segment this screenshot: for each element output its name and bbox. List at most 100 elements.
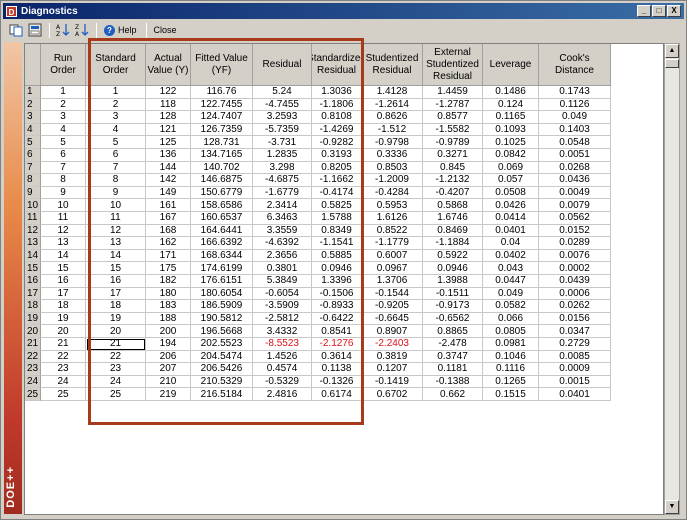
cell-leverage[interactable]: 0.124 [483,98,539,112]
cell-run-order[interactable]: 16 [41,275,86,288]
cell-leverage[interactable]: 0.0401 [483,224,539,238]
cell-fitted-value[interactable]: 122.7455 [191,98,253,112]
cell-external-studentized-residual[interactable]: 0.8469 [423,224,483,238]
cell-standardized-residual[interactable]: -0.8933 [312,300,362,313]
cell-cooks-distance[interactable]: 0.0152 [539,224,611,238]
cell-external-studentized-residual[interactable]: -0.4207 [423,186,483,200]
cell-leverage[interactable]: 0.0842 [483,149,539,162]
cell-cooks-distance[interactable]: 0.0562 [539,212,611,225]
cell-run-order[interactable]: 9 [41,186,86,200]
cell-run-order[interactable]: 8 [41,174,86,187]
cell-fitted-value[interactable]: 140.702 [191,161,253,175]
cell-residual[interactable]: 3.298 [253,161,312,175]
cell-standard-order[interactable]: 17 [86,287,146,301]
cell-actual-value[interactable]: 162 [146,237,191,250]
row-header[interactable]: 14 [25,249,41,263]
cell-fitted-value[interactable]: 134.7165 [191,149,253,162]
cell-standard-order[interactable]: 24 [86,375,146,389]
row-header[interactable]: 6 [25,149,41,162]
cell-leverage[interactable]: 0.1093 [483,123,539,137]
cell-studentized-residual[interactable]: -1.1779 [362,237,423,250]
cell-leverage[interactable]: 0.04 [483,237,539,250]
cell-cooks-distance[interactable]: 0.0347 [539,325,611,338]
cell-standardized-residual[interactable]: 0.1138 [312,363,362,376]
cell-cooks-distance[interactable]: 0.0289 [539,237,611,250]
column-header-row-number[interactable] [25,44,41,86]
cell-standardized-residual[interactable]: 0.6174 [312,388,362,401]
cell-external-studentized-residual[interactable]: -0.1511 [423,287,483,301]
cell-cooks-distance[interactable]: 0.0436 [539,174,611,187]
cell-external-studentized-residual[interactable]: 0.662 [423,388,483,401]
cell-leverage[interactable]: 0.0447 [483,275,539,288]
cell-standard-order[interactable]: 5 [86,136,146,149]
cell-standardized-residual[interactable]: 0.8541 [312,325,362,338]
diagnostics-table[interactable]: Run Order Standard Order Actual Value (Y) F… [24,43,664,515]
cell-external-studentized-residual[interactable]: -0.1388 [423,375,483,389]
cell-standardized-residual[interactable]: 1.3396 [312,275,362,288]
table-row[interactable]: 9 9 9 149 150.6779 -1.6779 -0.4174 -0.4284 -0.42… [25,186,611,200]
cell-external-studentized-residual[interactable]: -1.5582 [423,123,483,137]
table-row[interactable]: 23 23 23 207 206.5426 0.4574 0.1138 0.1207 0.118… [25,363,611,376]
table-row[interactable]: 18 18 18 183 186.5909 -3.5909 -0.8933 -0.9205 -0… [25,300,611,313]
table-row[interactable]: 21 21 21 194 202.5523 -8.5523 -2.1276 -2.2403 -2… [25,338,611,351]
cell-fitted-value[interactable]: 150.6779 [191,186,253,200]
cell-residual[interactable]: 2.4816 [253,388,312,401]
cell-fitted-value[interactable]: 186.5909 [191,300,253,313]
help-button[interactable]: ? Help [101,22,140,39]
cell-standardized-residual[interactable]: 0.8108 [312,111,362,124]
cell-fitted-value[interactable]: 158.6586 [191,199,253,212]
cell-fitted-value[interactable]: 174.6199 [191,262,253,275]
cell-standard-order[interactable]: 9 [86,186,146,200]
cell-residual[interactable]: 5.3849 [253,275,312,288]
row-header[interactable]: 24 [25,375,41,389]
table-row[interactable]: 13 13 13 162 166.6392 -4.6392 -1.1541 -1.1779 -1… [25,237,611,250]
column-header-external-studentized-residual[interactable]: External Studentized Residual [423,44,483,86]
cell-standard-order[interactable]: 16 [86,275,146,288]
row-header[interactable]: 18 [25,300,41,313]
cell-standardized-residual[interactable]: 0.5825 [312,199,362,212]
scroll-thumb[interactable] [665,59,679,68]
close-button[interactable]: Close [151,22,180,39]
cell-residual[interactable]: 1.4526 [253,350,312,364]
cell-residual[interactable]: -4.6875 [253,174,312,187]
close-window-button[interactable]: X [667,5,681,17]
maximize-button[interactable]: □ [652,5,666,17]
cell-actual-value[interactable]: 194 [146,338,191,351]
cell-studentized-residual[interactable]: -0.6645 [362,312,423,326]
row-header[interactable]: 22 [25,350,41,364]
cell-leverage[interactable]: 0.066 [483,312,539,326]
cell-studentized-residual[interactable]: -0.1419 [362,375,423,389]
column-header-fitted-value[interactable]: Fitted Value (YF) [191,44,253,86]
cell-studentized-residual[interactable]: 1.3706 [362,275,423,288]
cell-cooks-distance[interactable]: 0.0439 [539,275,611,288]
cell-leverage[interactable]: 0.1025 [483,136,539,149]
column-header-standard-order[interactable]: Standard Order [86,44,146,86]
cell-fitted-value[interactable]: 206.5426 [191,363,253,376]
cell-leverage[interactable]: 0.069 [483,161,539,175]
cell-actual-value[interactable]: 210 [146,375,191,389]
cell-standard-order[interactable]: 20 [86,325,146,338]
table-row[interactable]: 3 3 3 128 124.7407 3.2593 0.8108 0.8626 0.8577 0.… [25,111,611,124]
cell-studentized-residual[interactable]: 0.3819 [362,350,423,364]
cell-cooks-distance[interactable]: 0.0401 [539,388,611,401]
cell-run-order[interactable]: 10 [41,199,86,212]
cell-run-order[interactable]: 13 [41,237,86,250]
column-header-standardized-residual[interactable]: Standardized Residual [312,44,362,86]
cell-residual[interactable]: -2.5812 [253,312,312,326]
cell-standard-order[interactable]: 14 [86,249,146,263]
cell-cooks-distance[interactable]: 0.1743 [539,86,611,99]
cell-external-studentized-residual[interactable]: -1.1884 [423,237,483,250]
cell-cooks-distance[interactable]: 0.0156 [539,312,611,326]
cell-leverage[interactable]: 0.0426 [483,199,539,212]
export-button[interactable] [26,22,43,39]
cell-residual[interactable]: -4.7455 [253,98,312,112]
cell-fitted-value[interactable]: 180.6054 [191,287,253,301]
cell-leverage[interactable]: 0.1486 [483,86,539,99]
cell-actual-value[interactable]: 206 [146,350,191,364]
cell-fitted-value[interactable]: 160.6537 [191,212,253,225]
cell-fitted-value[interactable]: 168.6344 [191,249,253,263]
cell-standard-order[interactable]: 13 [86,237,146,250]
cell-leverage[interactable]: 0.1265 [483,375,539,389]
cell-cooks-distance[interactable]: 0.0002 [539,262,611,275]
cell-external-studentized-residual[interactable]: 0.0946 [423,262,483,275]
